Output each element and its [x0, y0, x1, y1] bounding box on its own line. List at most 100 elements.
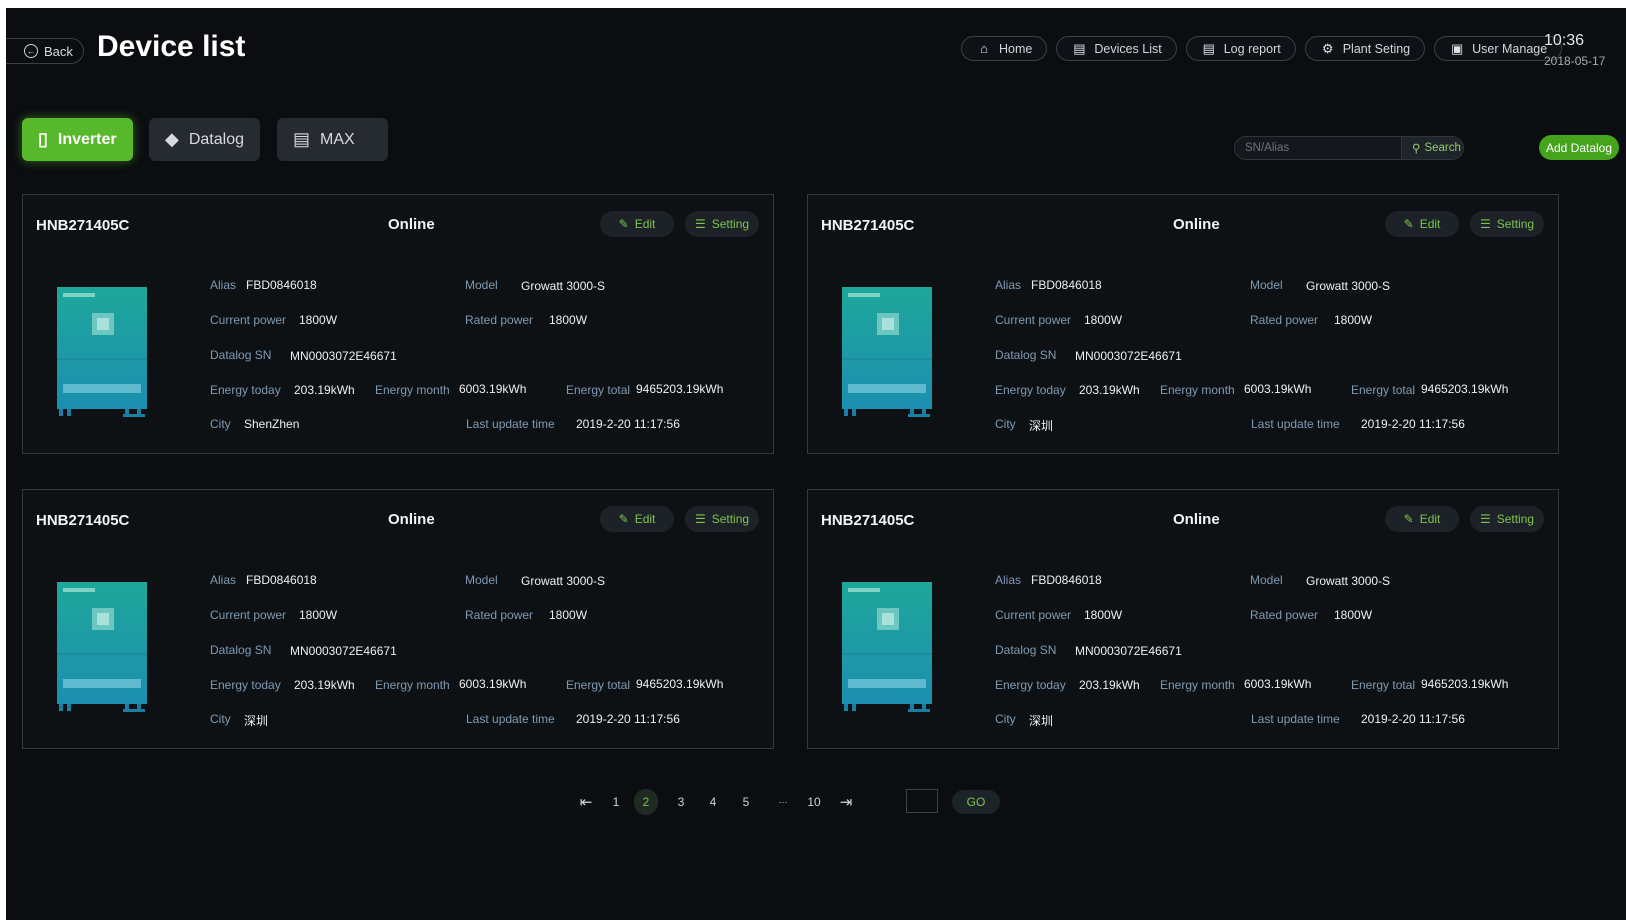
energy-month-value: 6003.19kWh	[459, 677, 527, 691]
page-2[interactable]: 2	[634, 789, 658, 815]
energy-month-label: Energy month	[1160, 678, 1235, 692]
device-status: Online	[1173, 216, 1220, 233]
tab-inverter[interactable]: ▯ Inverter	[22, 118, 133, 161]
city-label: City	[210, 417, 231, 431]
rated-power-label: Rated power	[465, 313, 534, 327]
energy-total-label: Energy total	[1351, 383, 1416, 397]
edit-icon: ✎	[618, 217, 629, 231]
device-card: HNB271405C Online ✎ Edit ☰ Setting Alias F…	[807, 194, 1559, 454]
search-button[interactable]: ⚲ Search	[1401, 137, 1463, 159]
rated-power-value: 1800W	[1334, 313, 1373, 327]
setting-button[interactable]: ☰ Setting	[685, 506, 759, 532]
device-sn: HNB271405C	[821, 217, 915, 234]
nav-log-report[interactable]: ▤ Log report	[1185, 36, 1296, 61]
last-update-label: Last update time	[1251, 417, 1340, 431]
energy-month-label: Energy month	[1160, 383, 1235, 397]
page-5[interactable]: 5	[734, 789, 758, 815]
inverter-device-image	[842, 582, 932, 712]
device-status: Online	[1173, 511, 1220, 528]
alias-value: FBD0846018	[1031, 573, 1102, 587]
nav-devices-list[interactable]: ▤ Devices List	[1056, 36, 1177, 61]
search-icon: ⚲	[1412, 143, 1421, 155]
clock-date: 2018-05-17	[1544, 54, 1606, 68]
datalog-sn-label: Datalog SN	[995, 643, 1057, 657]
edit-icon: ✎	[618, 512, 629, 526]
rated-power-label: Rated power	[465, 608, 534, 622]
nav-plant-seting[interactable]: ⚙ Plant Seting	[1304, 36, 1426, 61]
edit-label: Edit	[1419, 217, 1441, 231]
setting-button[interactable]: ☰ Setting	[685, 211, 759, 237]
app-screen: ← Back Device list ⌂ Home ▤ Devices List…	[6, 8, 1626, 920]
energy-today-label: Energy today	[995, 383, 1066, 397]
setting-label: Setting	[711, 217, 750, 231]
energy-month-value: 6003.19kWh	[459, 382, 527, 396]
clock: 10:36 2018-05-17	[1544, 32, 1605, 68]
edit-button[interactable]: ✎ Edit	[600, 211, 674, 237]
pagination: ⇤ 1 2 3 4 5 ··· 10 ⇥ GO	[6, 789, 1626, 817]
edit-label: Edit	[1419, 512, 1441, 526]
tab-datalog[interactable]: ◆ Datalog	[149, 118, 260, 161]
city-label: City	[995, 712, 1016, 726]
current-power-label: Current power	[995, 313, 1072, 327]
back-button[interactable]: ← Back	[6, 38, 84, 64]
datalog-sn-value: MN0003072E46671	[290, 644, 397, 658]
nav-devices-label: Devices List	[1094, 41, 1162, 56]
city-label: City	[210, 712, 231, 726]
setting-button[interactable]: ☰ Setting	[1470, 506, 1544, 532]
page-1[interactable]: 1	[604, 789, 628, 815]
edit-button[interactable]: ✎ Edit	[1385, 506, 1459, 532]
max-icon: ▤	[293, 129, 311, 149]
model-value: Growatt 3000-S	[521, 279, 606, 293]
energy-today-label: Energy today	[210, 678, 281, 692]
last-update-label: Last update time	[1251, 712, 1340, 726]
page-10[interactable]: 10	[802, 789, 826, 815]
first-page-icon[interactable]: ⇤	[574, 789, 598, 815]
last-update-value: 2019-2-20 11:17:56	[576, 417, 680, 431]
energy-today-label: Energy today	[210, 383, 281, 397]
alias-label: Alias	[210, 573, 237, 587]
edit-button[interactable]: ✎ Edit	[1385, 211, 1459, 237]
energy-total-value: 9465203.19kWh	[636, 382, 724, 396]
datalog-sn-label: Datalog SN	[210, 643, 272, 657]
tab-max[interactable]: ▤ MAX	[277, 118, 388, 161]
current-power-label: Current power	[210, 313, 287, 327]
datalog-sn-value: MN0003072E46671	[1075, 644, 1182, 658]
energy-today-label: Energy today	[995, 678, 1066, 692]
go-button[interactable]: GO	[952, 790, 1000, 814]
last-page-icon[interactable]: ⇥	[834, 789, 858, 815]
sliders-icon: ☰	[1479, 512, 1491, 526]
add-datalog-button[interactable]: Add Datalog	[1539, 135, 1619, 160]
edit-button[interactable]: ✎ Edit	[600, 506, 674, 532]
inverter-device-image	[57, 582, 147, 712]
alias-label: Alias	[210, 278, 237, 292]
datalog-sn-value: MN0003072E46671	[1075, 349, 1182, 363]
last-update-value: 2019-2-20 11:17:56	[1361, 712, 1465, 726]
setting-label: Setting	[1496, 217, 1535, 231]
search-box: ⚲ Search	[1234, 136, 1464, 160]
page-title: Device list	[97, 30, 246, 63]
rated-power-value: 1800W	[549, 313, 588, 327]
energy-today-value: 203.19kWh	[1079, 678, 1140, 692]
nav-user-manage[interactable]: ▣ User Manage	[1434, 36, 1563, 61]
setting-button[interactable]: ☰ Setting	[1470, 211, 1544, 237]
energy-today-value: 203.19kWh	[294, 678, 355, 692]
page-4[interactable]: 4	[701, 789, 725, 815]
inverter-icon: ▯	[38, 129, 48, 149]
nav-home[interactable]: ⌂ Home	[961, 36, 1048, 61]
datalog-icon: ◆	[165, 129, 179, 149]
rated-power-label: Rated power	[1250, 608, 1319, 622]
datalog-sn-value: MN0003072E46671	[290, 349, 397, 363]
page-jump-input[interactable]	[906, 789, 938, 813]
device-card: HNB271405C Online ✎ Edit ☰ Setting Alias F…	[22, 194, 774, 454]
nav-home-label: Home	[999, 41, 1033, 56]
back-label: Back	[44, 43, 73, 59]
sliders-icon: ☰	[1479, 217, 1491, 231]
page-3[interactable]: 3	[669, 789, 693, 815]
device-status: Online	[388, 511, 435, 528]
nav-log-label: Log report	[1223, 41, 1281, 56]
nav-user-label: User Manage	[1472, 41, 1548, 56]
city-label: City	[995, 417, 1016, 431]
device-sn: HNB271405C	[36, 512, 130, 529]
search-input[interactable]	[1235, 141, 1401, 155]
model-label: Model	[465, 278, 498, 292]
